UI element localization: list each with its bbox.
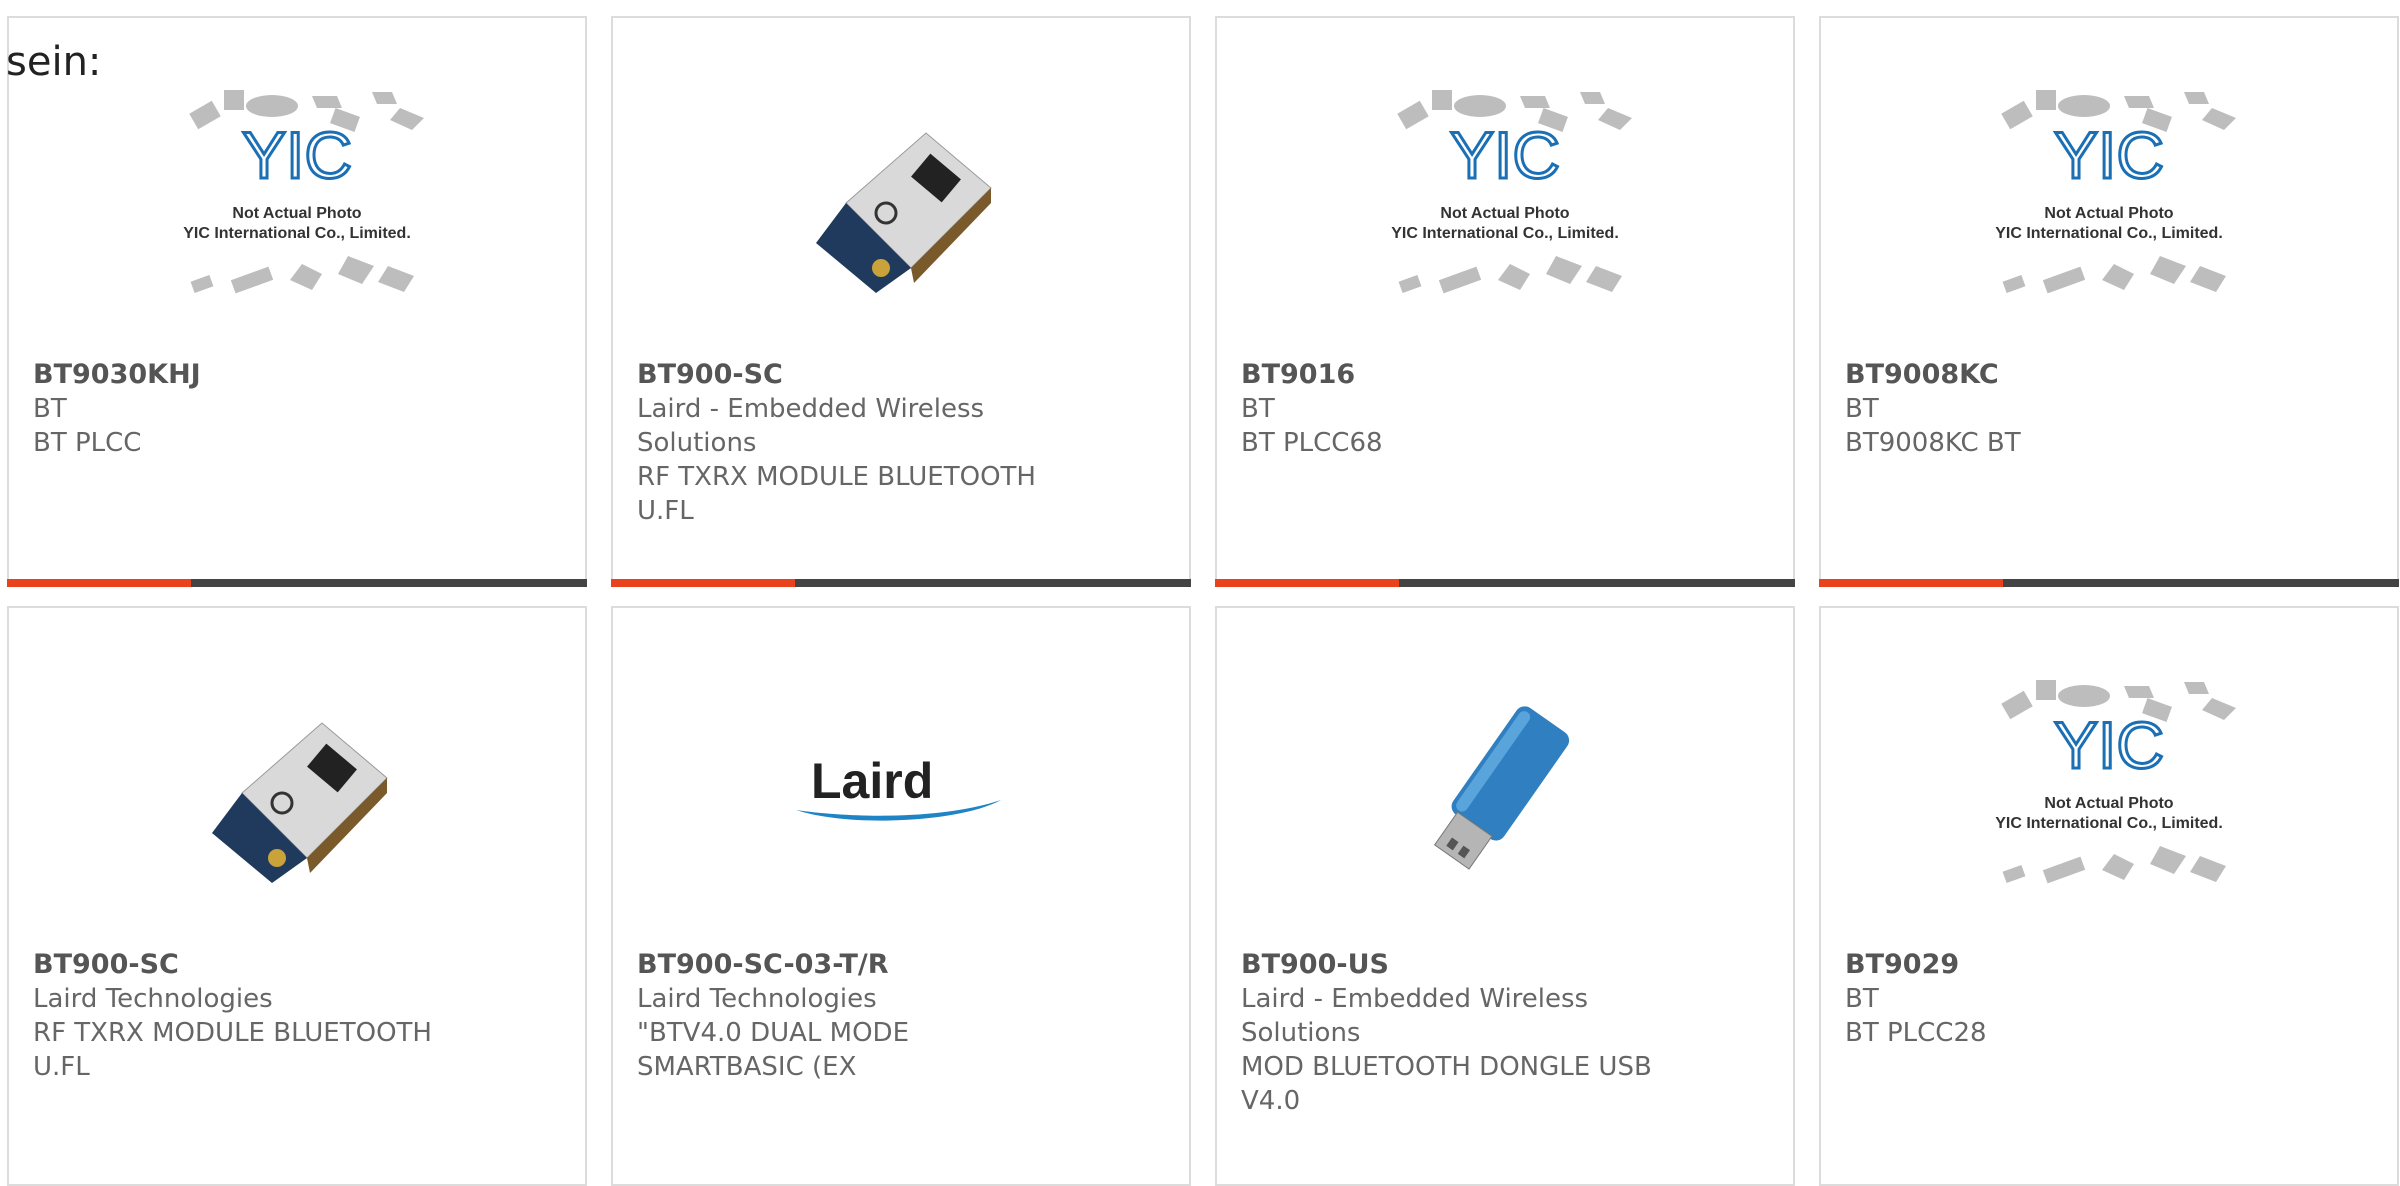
svg-text:YIC: YIC <box>2054 708 2164 782</box>
yic-placeholder-image: YIC Not Actual Photo YIC International C… <box>1995 680 2236 884</box>
card-bar <box>611 579 1191 587</box>
usb-dongle-image <box>1433 706 1570 870</box>
description: "BTV4.0 DUAL MODE SMARTBASIC (EX <box>637 1018 910 1082</box>
part-number[interactable]: BT9029 <box>1845 948 2257 982</box>
card-bar <box>1819 579 2399 587</box>
laird-logo-image: Laird <box>796 753 1001 821</box>
yic-placeholder-image: YIC Not Actual Photo YIC International C… <box>1391 90 1632 294</box>
product-image <box>1217 668 1793 908</box>
manufacturer: BT <box>1241 394 1275 424</box>
svg-text:YIC: YIC <box>2054 118 2164 192</box>
description: BT PLCC <box>33 428 142 458</box>
description: RF TXRX MODULE BLUETOOTH U.FL <box>637 462 1036 526</box>
product-image: YIC Not Actual Photo YIC International C… <box>1217 78 1793 318</box>
manufacturer: Laird Technologies <box>33 984 273 1014</box>
intro-text: sein: <box>6 39 102 85</box>
product-image: YIC Not Actual Photo YIC International C… <box>9 78 585 318</box>
product-card[interactable]: BT900-US Laird - Embedded Wireless Solut… <box>1215 606 1795 1186</box>
svg-text:Not Actual Photo: Not Actual Photo <box>2044 795 2173 812</box>
description: BT9008KC BT <box>1845 428 2021 458</box>
part-number[interactable]: BT9008KC <box>1845 358 2257 392</box>
description: BT PLCC68 <box>1241 428 1383 458</box>
manufacturer: Laird Technologies <box>637 984 877 1014</box>
svg-text:Laird: Laird <box>811 753 933 809</box>
manufacturer: BT <box>1845 984 1879 1014</box>
svg-text:Not Actual Photo: Not Actual Photo <box>232 205 361 222</box>
svg-text:YIC International Co., Limited: YIC International Co., Limited. <box>1391 225 1619 242</box>
svg-text:YIC International Co., Limited: YIC International Co., Limited. <box>183 225 411 242</box>
product-card[interactable]: YIC Not Actual Photo YIC International C… <box>1819 16 2399 587</box>
svg-text:YIC International Co., Limited: YIC International Co., Limited. <box>1995 815 2223 832</box>
part-number[interactable]: BT900-US <box>1241 948 1653 982</box>
product-image <box>613 78 1189 318</box>
product-image <box>9 668 585 908</box>
manufacturer: Laird - Embedded Wireless Solutions <box>1241 984 1589 1048</box>
product-card[interactable]: YIC Not Actual Photo YIC International C… <box>1215 16 1795 587</box>
product-card[interactable]: YIC Not Actual Photo YIC International C… <box>1819 606 2399 1186</box>
product-card[interactable]: BT900-SC Laird - Embedded Wireless Solut… <box>611 16 1191 587</box>
part-number[interactable]: BT9016 <box>1241 358 1653 392</box>
description: BT PLCC28 <box>1845 1018 1987 1048</box>
bluetooth-module-image <box>212 722 388 883</box>
svg-text:Not Actual Photo: Not Actual Photo <box>2044 205 2173 222</box>
bluetooth-module-image <box>816 132 992 293</box>
product-image: YIC Not Actual Photo YIC International C… <box>1821 668 2397 908</box>
part-number[interactable]: BT9030KHJ <box>33 358 445 392</box>
part-number[interactable]: BT900-SC <box>33 948 445 982</box>
part-number[interactable]: BT900-SC-03-T/R <box>637 948 1049 982</box>
product-card[interactable]: BT900-SC Laird Technologies RF TXRX MODU… <box>7 606 587 1186</box>
card-bar <box>1215 579 1795 587</box>
svg-text:YIC: YIC <box>242 118 352 192</box>
product-image: Laird <box>613 668 1189 908</box>
manufacturer: Laird - Embedded Wireless Solutions <box>637 394 985 458</box>
card-bar <box>7 579 587 587</box>
yic-placeholder-image: YIC Not Actual Photo YIC International C… <box>1995 90 2236 294</box>
product-card[interactable]: YIC Not Actual Photo YIC International C… <box>7 16 587 587</box>
manufacturer: BT <box>1845 394 1879 424</box>
product-image: YIC Not Actual Photo YIC International C… <box>1821 78 2397 318</box>
description: RF TXRX MODULE BLUETOOTH U.FL <box>33 1018 432 1082</box>
part-number[interactable]: BT900-SC <box>637 358 1049 392</box>
svg-text:YIC: YIC <box>1450 118 1560 192</box>
yic-placeholder-image: YIC Not Actual Photo YIC International C… <box>183 90 424 294</box>
svg-text:YIC International Co., Limited: YIC International Co., Limited. <box>1995 225 2223 242</box>
description: MOD BLUETOOTH DONGLE USB V4.0 <box>1241 1052 1652 1116</box>
manufacturer: BT <box>33 394 67 424</box>
svg-text:Not Actual Photo: Not Actual Photo <box>1440 205 1569 222</box>
product-card[interactable]: Laird BT900-SC-03-T/R Laird Technologies… <box>611 606 1191 1186</box>
